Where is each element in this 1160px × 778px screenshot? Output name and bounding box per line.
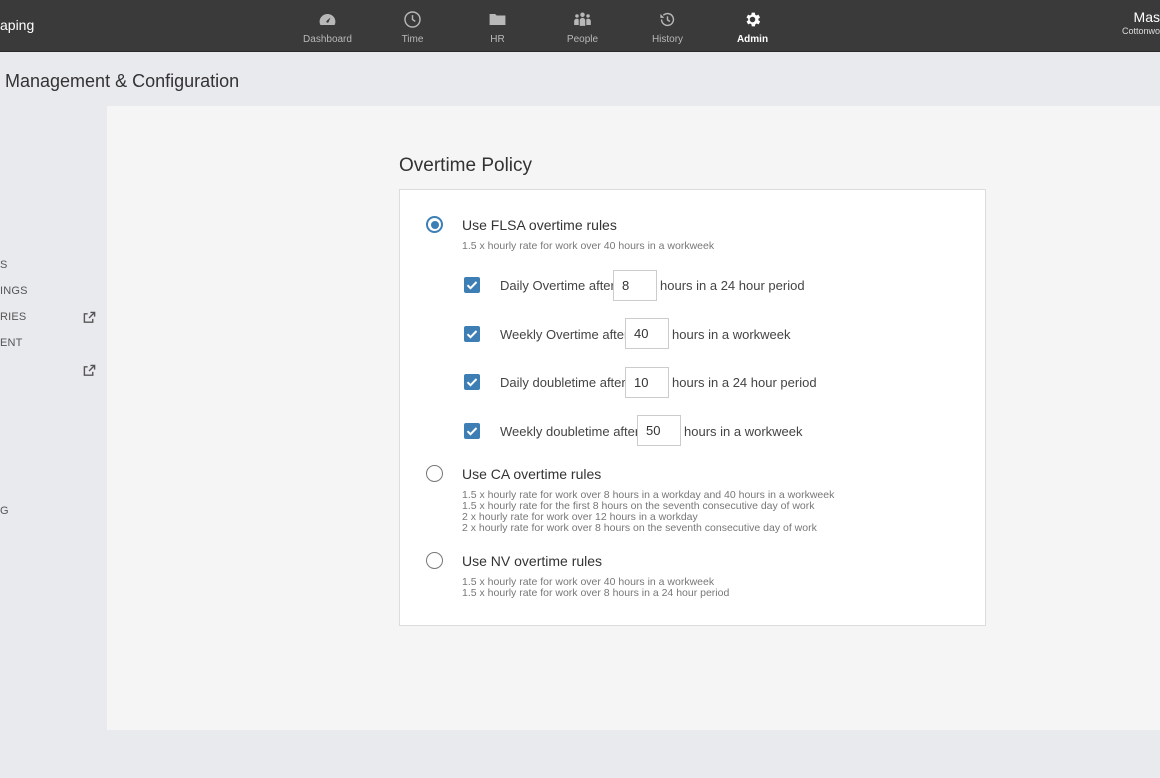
top-nav-bar: aping Dashboard Time HR People History A…: [0, 0, 1160, 52]
overtime-policy-title: Overtime Policy: [399, 155, 533, 176]
external-link-icon[interactable]: [83, 364, 96, 377]
page-title: Management & Configuration: [5, 71, 240, 91]
sidebar-item[interactable]: S: [0, 259, 8, 271]
nav-label: Dashboard: [303, 34, 352, 45]
ca-radio[interactable]: [426, 465, 443, 482]
nv-description-line: 1.5 x hourly rate for work over 8 hours …: [462, 587, 730, 599]
flsa-option-title[interactable]: Use FLSA overtime rules: [462, 217, 617, 233]
flsa-description: 1.5 x hourly rate for work over 40 hours…: [462, 240, 715, 252]
ca-description-line: 2 x hourly rate for work over 8 hours on…: [462, 522, 817, 534]
weekly-doubletime-label: Weekly doubletime after: [500, 424, 640, 439]
daily-overtime-checkbox[interactable]: [464, 277, 480, 293]
nv-option-title[interactable]: Use NV overtime rules: [462, 553, 602, 569]
checkmark-icon: [466, 281, 478, 290]
daily-doubletime-checkbox[interactable]: [464, 374, 480, 390]
clock-icon: [404, 11, 421, 28]
nav-label: History: [651, 34, 684, 45]
daily-overtime-suffix: hours in a 24 hour period: [660, 278, 805, 293]
sidebar-item[interactable]: RIES: [0, 311, 26, 323]
user-name: Mas: [1133, 9, 1160, 25]
weekly-overtime-suffix: hours in a workweek: [672, 327, 791, 342]
checkmark-icon: [466, 330, 478, 339]
nav-label: People: [566, 34, 599, 45]
daily-doubletime-hours-input[interactable]: [625, 367, 669, 398]
checkmark-icon: [466, 378, 478, 387]
weekly-overtime-label: Weekly Overtime after: [500, 327, 629, 342]
ca-option-title[interactable]: Use CA overtime rules: [462, 466, 601, 482]
nav-admin[interactable]: Admin: [710, 0, 795, 52]
dashboard-icon: [319, 13, 336, 26]
nav-label: HR: [490, 34, 505, 45]
flsa-radio[interactable]: [426, 216, 443, 233]
sidebar-item[interactable]: G: [0, 505, 9, 517]
brand-name[interactable]: aping: [0, 17, 34, 33]
weekly-overtime-checkbox[interactable]: [464, 326, 480, 342]
checkmark-icon: [466, 427, 478, 436]
weekly-doubletime-hours-input[interactable]: [637, 415, 681, 446]
people-icon: [574, 12, 591, 26]
gear-icon: [746, 12, 761, 27]
daily-overtime-hours-input[interactable]: [613, 270, 657, 301]
main-nav: Dashboard Time HR People History Admin: [285, 0, 795, 52]
nav-dashboard[interactable]: Dashboard: [285, 0, 370, 52]
user-menu[interactable]: Mas Cottonwo: [1122, 10, 1160, 37]
nav-history[interactable]: History: [625, 0, 710, 52]
nav-people[interactable]: People: [540, 0, 625, 52]
nv-radio[interactable]: [426, 552, 443, 569]
nav-label: Time: [401, 34, 424, 45]
history-icon: [660, 12, 675, 27]
external-link-icon[interactable]: [83, 311, 96, 324]
sidebar-item[interactable]: INGS: [0, 285, 28, 297]
nav-hr[interactable]: HR: [455, 0, 540, 52]
daily-overtime-label: Daily Overtime after: [500, 278, 615, 293]
daily-doubletime-label: Daily doubletime after: [500, 375, 626, 390]
folder-icon: [489, 13, 506, 26]
weekly-doubletime-checkbox[interactable]: [464, 423, 480, 439]
weekly-overtime-hours-input[interactable]: [625, 318, 669, 349]
daily-doubletime-suffix: hours in a 24 hour period: [672, 375, 817, 390]
sidebar-item[interactable]: ENT: [0, 337, 23, 349]
nav-time[interactable]: Time: [370, 0, 455, 52]
weekly-doubletime-suffix: hours in a workweek: [684, 424, 803, 439]
user-organization: Cottonwo: [1121, 26, 1160, 36]
nav-label: Admin: [736, 34, 769, 45]
